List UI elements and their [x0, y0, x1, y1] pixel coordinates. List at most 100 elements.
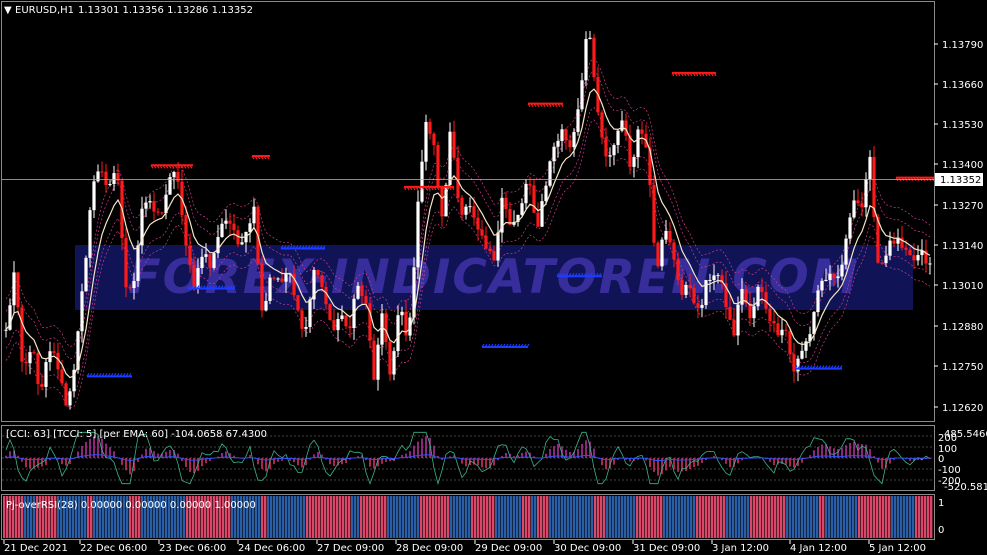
bear-candle	[856, 200, 860, 204]
bull-candle	[420, 161, 424, 202]
rsi-state-bar	[504, 496, 507, 538]
bull-candle	[336, 319, 340, 331]
rsi-state-bar	[534, 496, 537, 538]
rsi-state-bar	[873, 496, 876, 538]
rsi-state-bar	[879, 496, 882, 538]
rsi-state-bar	[888, 496, 891, 538]
bull-candle	[92, 181, 96, 211]
bull-candle	[96, 171, 100, 182]
bull-candle	[584, 39, 588, 81]
rsi-state-bar	[918, 496, 921, 538]
rsi-state-bar	[558, 496, 561, 538]
rsi-state-bar	[474, 496, 477, 538]
bull-candle	[544, 185, 548, 202]
bull-candle	[4, 329, 8, 331]
bear-candle	[232, 223, 236, 231]
rsi-state-bar	[750, 496, 753, 538]
bull-candle	[868, 156, 872, 180]
rsi-state-bar	[759, 496, 762, 538]
rsi-axis-label: 0	[938, 525, 944, 536]
rsi-state-bar	[819, 496, 822, 538]
rsi-state-bar	[372, 496, 375, 538]
bear-candle	[680, 279, 684, 295]
bull-candle	[496, 232, 500, 261]
bull-candle	[616, 130, 620, 146]
bull-candle	[148, 201, 152, 203]
rsi-state-bar	[543, 496, 546, 538]
bull-candle	[736, 304, 740, 336]
bull-candle	[276, 278, 280, 280]
bear-candle	[360, 285, 364, 297]
rsi-state-bar	[369, 496, 372, 538]
rsi-state-bar	[816, 496, 819, 538]
rsi-state-bar	[357, 496, 360, 538]
bear-candle	[436, 145, 440, 188]
rsi-state-bar	[864, 496, 867, 538]
rsi-state-bar	[645, 496, 648, 538]
bull-candle	[144, 202, 148, 209]
rsi-state-bar	[258, 496, 261, 538]
bear-candle	[472, 206, 476, 218]
time-label: 31 Dec 09:00	[633, 543, 700, 554]
bull-candle	[864, 179, 868, 208]
bear-candle	[384, 313, 388, 342]
rsi-state-bar	[339, 496, 342, 538]
rsi-state-bar	[702, 496, 705, 538]
rsi-axis-label: 1	[938, 498, 944, 509]
bear-candle	[904, 247, 908, 250]
rsi-state-bar	[450, 496, 453, 538]
rsi-state-bar	[636, 496, 639, 538]
rsi-state-bar	[894, 496, 897, 538]
bear-candle	[676, 259, 680, 280]
bull-candle	[620, 120, 624, 131]
trading-chart[interactable]: FOREX-INDICATOREN.COM ▼ EURUSD,H1 1.1330…	[0, 0, 987, 555]
bear-candle	[372, 340, 376, 380]
rsi-state-bar	[459, 496, 462, 538]
bull-candle	[556, 141, 560, 147]
time-axis: 21 Dec 2021 22 Dec 06:00 23 Dec 06:00 24…	[3, 540, 926, 554]
bear-candle	[388, 341, 392, 375]
bear-candle	[440, 187, 444, 217]
rsi-state-bar	[768, 496, 771, 538]
bear-candle	[600, 112, 604, 138]
rsi-state-bar	[444, 496, 447, 538]
rsi-state-bar	[282, 496, 285, 538]
cci-axis-label: -520.581	[944, 482, 987, 493]
chart-menu-arrow[interactable]: ▼	[4, 5, 12, 16]
bear-candle	[280, 278, 284, 282]
bear-candle	[484, 235, 488, 249]
bear-candle	[504, 197, 508, 209]
bear-candle	[488, 248, 492, 252]
rsi-state-bar	[711, 496, 714, 538]
bear-candle	[532, 185, 536, 213]
rsi-state-bar	[837, 496, 840, 538]
bull-candle	[468, 206, 472, 208]
bear-candle	[452, 131, 456, 158]
bear-candle	[104, 171, 108, 186]
rsi-state-bar	[843, 496, 846, 538]
rsi-state-bar	[870, 496, 873, 538]
rsi-state-bar	[345, 496, 348, 538]
rsi-state-bar	[909, 496, 912, 538]
bull-candle	[248, 223, 252, 232]
bull-candle	[712, 275, 716, 281]
rsi-state-bar	[924, 496, 927, 538]
rsi-state-bar	[522, 496, 525, 538]
rsi-state-bar	[483, 496, 486, 538]
time-label: 4 Jan 12:00	[790, 543, 847, 554]
bull-candle	[68, 391, 72, 406]
bull-candle	[308, 299, 312, 327]
bear-candle	[768, 308, 772, 322]
rsi-state-bar	[468, 496, 471, 538]
bear-candle	[156, 211, 160, 213]
rsi-state-bar	[741, 496, 744, 538]
rsi-state-bar	[456, 496, 459, 538]
rsi-state-bar	[495, 496, 498, 538]
bear-candle	[364, 296, 368, 304]
time-label: 30 Dec 09:00	[554, 543, 621, 554]
rsi-caption: Pj-overRSI(28) 0.00000 0.00000 0.00000 1…	[6, 500, 256, 511]
price-label: 1.13790	[942, 40, 983, 51]
rsi-state-bar	[579, 496, 582, 538]
time-label: 22 Dec 06:00	[80, 543, 147, 554]
bull-candle	[12, 272, 16, 306]
